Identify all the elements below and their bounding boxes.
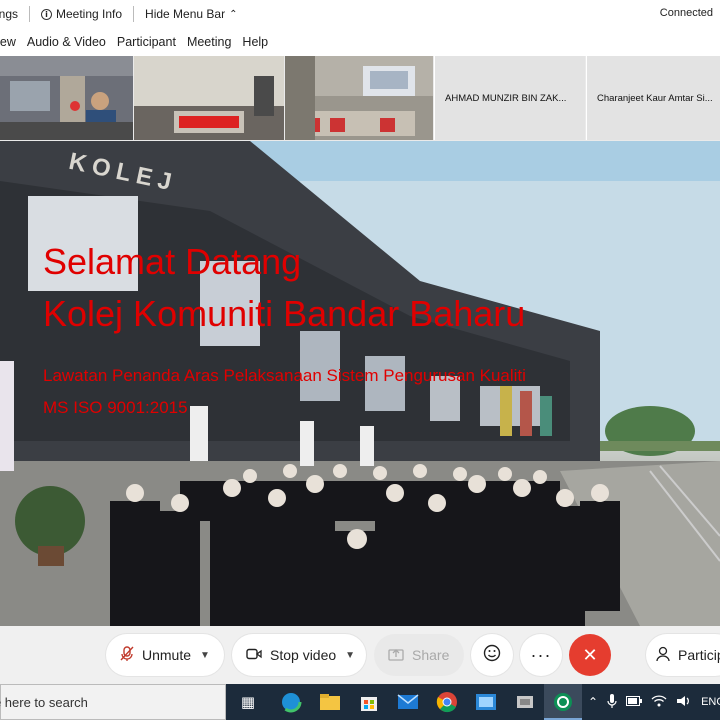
task-view-icon[interactable]: ▦: [236, 690, 260, 714]
search-placeholder: Type here to search: [0, 694, 88, 710]
person-icon: [656, 646, 670, 665]
divider: [29, 6, 30, 22]
participants-label: Participants: [678, 647, 720, 663]
menu-view[interactable]: View: [0, 35, 16, 49]
volume-icon[interactable]: [676, 695, 692, 710]
webex-icon[interactable]: [551, 690, 575, 714]
app-icon[interactable]: [513, 690, 537, 714]
wifi-icon[interactable]: [651, 694, 667, 710]
share-button[interactable]: Share: [374, 634, 464, 676]
meeting-info-button[interactable]: i Meeting Info: [41, 7, 122, 21]
hide-menu-bar-button[interactable]: Hide Menu Bar ⌃: [145, 7, 237, 21]
taskbar: Type here to search ▦ ⌃: [0, 684, 720, 720]
participant-name: Charanjeet Kaur Amtar Si...: [597, 92, 713, 104]
mail-icon[interactable]: [396, 690, 420, 714]
participant-video-tile[interactable]: [0, 56, 133, 140]
participant-name: AHMAD MUNZIR BIN ZAK...: [445, 92, 567, 104]
more-icon: ···: [530, 644, 552, 665]
menu-participant[interactable]: Participant: [117, 35, 176, 49]
participant-video-tile[interactable]: [285, 56, 433, 140]
store-icon[interactable]: [357, 690, 381, 714]
video-camera-icon: [246, 647, 262, 663]
menu-audio-video[interactable]: Audio & Video: [27, 35, 106, 49]
share-screen-icon: [388, 647, 404, 664]
chevron-down-icon[interactable]: ▼: [345, 650, 355, 661]
slide-subtitle-line2: MS ISO 9001:2015: [43, 398, 188, 417]
unmute-label: Unmute: [142, 647, 192, 663]
more-options-button[interactable]: ···: [520, 634, 562, 676]
connection-status: Connected: [659, 7, 713, 19]
photos-icon[interactable]: [474, 690, 498, 714]
participant-video-tile[interactable]: [134, 56, 284, 140]
shared-screen: KOLEJ Selamat Datang Kolej Komuniti Band…: [0, 141, 720, 626]
meeting-controls: Unmute ▼ Stop video ▼ Share ··· ✕ Partic…: [0, 626, 720, 684]
stop-video-label: Stop video: [270, 647, 337, 663]
slide-title-line2: Kolej Komuniti Bandar Baharu: [43, 293, 526, 334]
participant-video: [134, 56, 284, 140]
meeting-info-bar: Settings i Meeting Info Hide Menu Bar ⌃ …: [0, 0, 720, 28]
leave-meeting-button[interactable]: ✕: [569, 634, 611, 676]
chevron-up-icon: ⌃: [229, 8, 238, 20]
chevron-up-icon[interactable]: ⌃: [588, 695, 598, 709]
meeting-info-label: Meeting Info: [56, 7, 123, 21]
battery-icon[interactable]: [626, 695, 643, 709]
participant-name-tile[interactable]: Charanjeet Kaur Amtar Si...: [586, 56, 720, 140]
menu-help[interactable]: Help: [242, 35, 268, 49]
smiley-icon: [483, 644, 501, 667]
system-tray: ⌃ ENG: [588, 684, 720, 720]
settings-link[interactable]: Settings: [0, 7, 18, 21]
slide-subtitle-line1: Lawatan Penanda Aras Pelaksanaan Sistem …: [43, 366, 526, 385]
share-label: Share: [412, 647, 450, 663]
chrome-icon[interactable]: [435, 690, 459, 714]
participants-button[interactable]: Participants: [646, 634, 720, 676]
info-icon: i: [41, 8, 52, 20]
participant-video: [285, 56, 433, 140]
participant-name-tile[interactable]: AHMAD MUNZIR BIN ZAK...: [434, 56, 585, 140]
microphone-icon[interactable]: [607, 693, 617, 711]
slide-title-line1: Selamat Datang: [43, 241, 302, 282]
taskbar-search-box[interactable]: Type here to search: [0, 684, 226, 720]
muted-microphone-icon: [120, 645, 134, 665]
stop-video-button[interactable]: Stop video ▼: [232, 634, 366, 676]
chevron-down-icon[interactable]: ▼: [200, 650, 210, 661]
unmute-button[interactable]: Unmute ▼: [106, 634, 224, 676]
reactions-button[interactable]: [471, 634, 513, 676]
menu-bar: View Audio & Video Participant Meeting H…: [0, 28, 720, 56]
hide-menu-bar-label: Hide Menu Bar: [145, 7, 226, 21]
file-explorer-icon[interactable]: [318, 690, 342, 714]
participant-video: [0, 56, 133, 140]
menu-meeting[interactable]: Meeting: [187, 35, 231, 49]
close-icon: ✕: [582, 644, 598, 665]
edge-browser-icon[interactable]: [279, 690, 303, 714]
language-indicator[interactable]: ENG: [701, 696, 720, 708]
divider: [133, 6, 135, 22]
participant-strip: AHMAD MUNZIR BIN ZAK... Charanjeet Kaur …: [0, 56, 720, 141]
